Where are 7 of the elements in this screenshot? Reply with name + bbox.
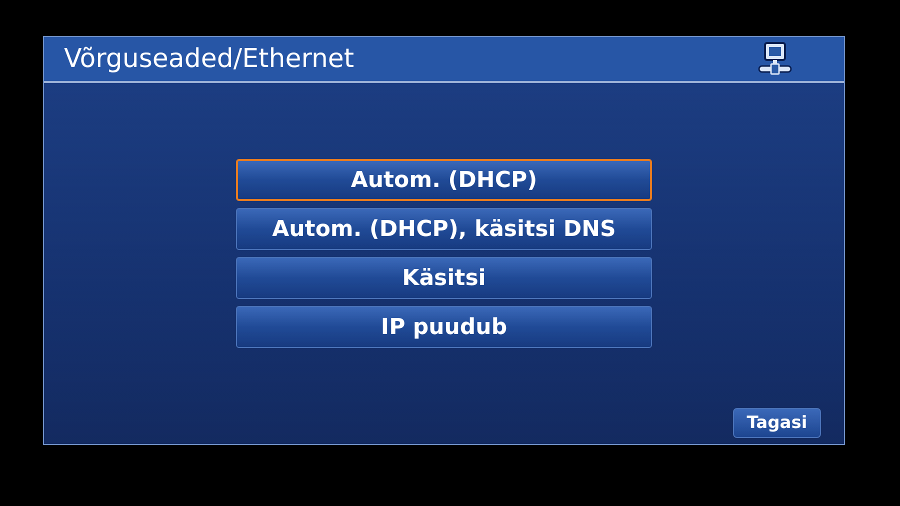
menu-option[interactable]: Autom. (DHCP), käsitsi DNS (236, 208, 652, 250)
menu-option[interactable]: IP puudub (236, 306, 652, 348)
menu-option[interactable]: Käsitsi (236, 257, 652, 299)
window-title: Võrguseaded/Ethernet (64, 44, 354, 74)
network-icon (756, 40, 794, 78)
back-button[interactable]: Tagasi (733, 408, 821, 438)
menu-option[interactable]: Autom. (DHCP) (236, 159, 652, 201)
